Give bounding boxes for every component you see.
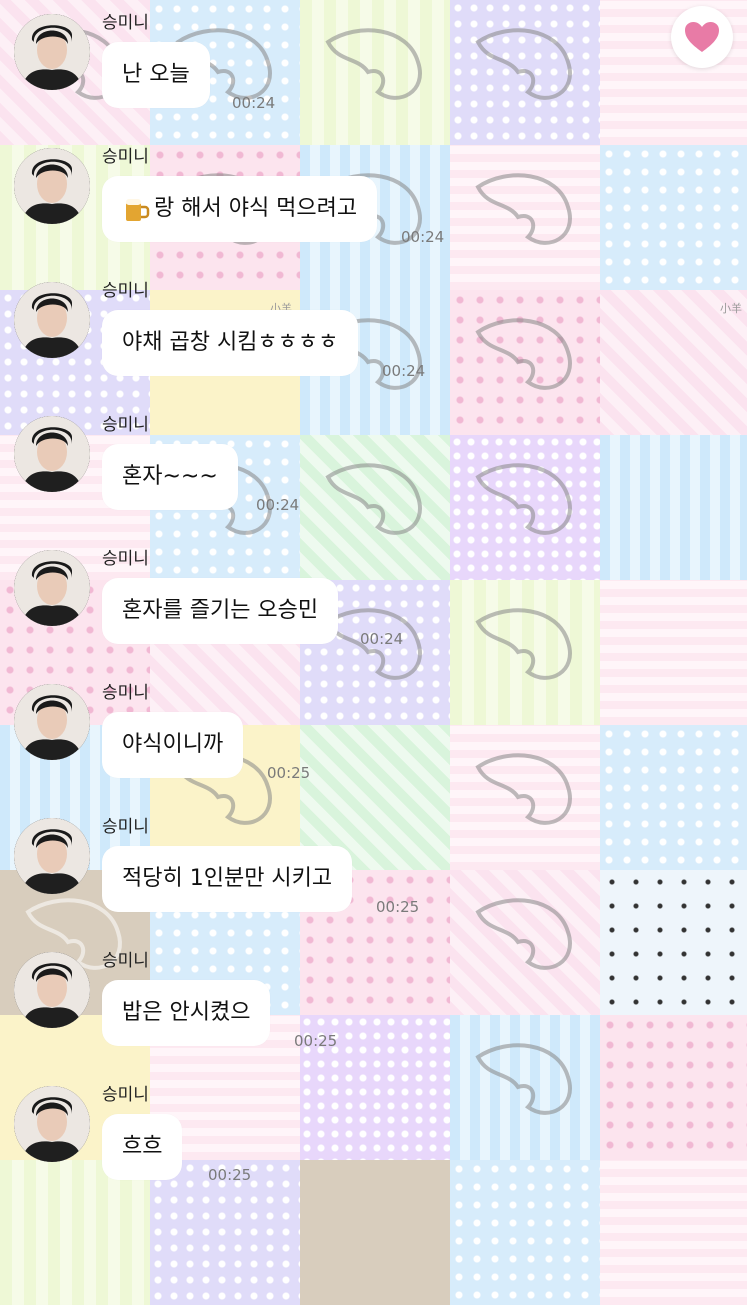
message-bubble[interactable]: 혼자~~~	[102, 444, 238, 510]
message-text: 야식이니까	[122, 732, 224, 757]
sender-avatar[interactable]	[14, 416, 90, 492]
message-row: 승미니적당히 1인분만 시키고 00:25	[0, 804, 747, 938]
message-timestamp: 00:25	[376, 898, 420, 916]
message-row: 승미니야식이니까 00:25	[0, 670, 747, 804]
sender-avatar[interactable]	[14, 684, 90, 760]
message-bubble[interactable]: 흐흐	[102, 1114, 183, 1180]
message-timestamp: 00:24	[256, 496, 300, 514]
message-timestamp: 00:25	[208, 1166, 252, 1184]
sender-avatar[interactable]	[14, 952, 90, 1028]
message-text: 적당히 1인분만 시키고	[122, 866, 333, 891]
message-text: 랑 해서 야식 먹으려고	[154, 196, 358, 221]
message-text: 난 오늘	[122, 62, 190, 87]
message-row: 승미니야채 곱창 시킴ㅎㅎㅎㅎ 00:24	[0, 268, 747, 402]
message-text: 밥은 안시켰으	[122, 1000, 251, 1025]
message-row: 승미니랑 해서 야식 먹으려고 00:24	[0, 134, 747, 268]
sender-avatar[interactable]	[14, 14, 90, 90]
message-row: 승미니밥은 안시켰으 00:25	[0, 938, 747, 1072]
sender-name: 승미니	[102, 147, 149, 167]
sender-name: 승미니	[102, 281, 149, 301]
sender-name: 승미니	[102, 13, 149, 33]
message-bubble[interactable]: 난 오늘	[102, 42, 210, 108]
sender-avatar[interactable]	[14, 818, 90, 894]
message-text: 혼자를 즐기는 오승민	[122, 598, 319, 623]
sender-avatar[interactable]	[14, 550, 90, 626]
message-text: 야채 곱창 시킴ㅎㅎㅎㅎ	[122, 330, 339, 355]
message-timestamp: 00:24	[382, 362, 426, 380]
message-row: 승미니흐흐 00:25	[0, 1072, 747, 1206]
message-text: 혼자~~~	[122, 464, 218, 489]
sender-name: 승미니	[102, 415, 149, 435]
sender-avatar[interactable]	[14, 1086, 90, 1162]
message-bubble[interactable]: 밥은 안시켰으	[102, 980, 271, 1046]
message-bubble[interactable]: 랑 해서 야식 먹으려고	[102, 176, 378, 242]
sender-name: 승미니	[102, 951, 149, 971]
message-row: 승미니혼자~~~ 00:24	[0, 402, 747, 536]
sender-name: 승미니	[102, 817, 149, 837]
beer-mug-icon	[126, 199, 150, 221]
message-text: 흐흐	[122, 1134, 163, 1159]
message-timestamp: 00:24	[232, 94, 276, 112]
message-row: 승미니난 오늘 00:24	[0, 0, 747, 134]
message-bubble[interactable]: 적당히 1인분만 시키고	[102, 846, 353, 912]
sender-avatar[interactable]	[14, 282, 90, 358]
message-timestamp: 00:25	[267, 764, 311, 782]
message-timestamp: 00:24	[401, 228, 445, 246]
sender-name: 승미니	[102, 1085, 149, 1105]
message-bubble[interactable]: 야식이니까	[102, 712, 244, 778]
sender-name: 승미니	[102, 683, 149, 703]
sender-name: 승미니	[102, 549, 149, 569]
message-row: 승미니혼자를 즐기는 오승민 00:24	[0, 536, 747, 670]
message-bubble[interactable]: 혼자를 즐기는 오승민	[102, 578, 339, 644]
message-timestamp: 00:25	[294, 1032, 338, 1050]
message-bubble[interactable]: 야채 곱창 시킴ㅎㅎㅎㅎ	[102, 310, 359, 376]
message-timestamp: 00:24	[360, 630, 404, 648]
sender-avatar[interactable]	[14, 148, 90, 224]
